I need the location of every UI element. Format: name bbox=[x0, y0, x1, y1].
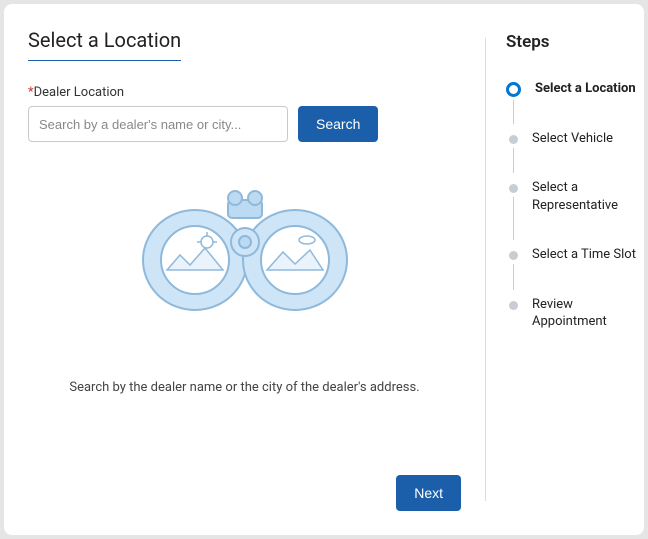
step-select-time-slot: Select a Time Slot bbox=[506, 246, 636, 296]
illustration bbox=[28, 170, 461, 330]
step-select-vehicle: Select Vehicle bbox=[506, 130, 636, 180]
steps-list: Select a Location Select Vehicle Select … bbox=[506, 80, 636, 331]
binoculars-icon bbox=[135, 170, 355, 330]
step-review-appointment: Review Appointment bbox=[506, 296, 636, 331]
step-marker-icon bbox=[509, 184, 518, 193]
steps-title: Steps bbox=[506, 32, 636, 52]
step-label: Review Appointment bbox=[532, 296, 636, 331]
field-label: *Dealer Location bbox=[28, 85, 461, 100]
main-panel: Select a Location *Dealer Location Searc… bbox=[28, 28, 485, 511]
step-label: Select a Representative bbox=[532, 179, 636, 214]
step-select-representative: Select a Representative bbox=[506, 179, 636, 246]
step-marker-icon bbox=[509, 301, 518, 310]
step-marker-icon bbox=[509, 251, 518, 260]
step-label: Select Vehicle bbox=[532, 130, 613, 148]
help-text: Search by the dealer name or the city of… bbox=[28, 380, 461, 395]
modal-dialog: Select a Location *Dealer Location Searc… bbox=[4, 4, 644, 535]
step-marker-icon bbox=[509, 135, 518, 144]
search-row: Search bbox=[28, 106, 461, 142]
search-button[interactable]: Search bbox=[298, 106, 378, 142]
footer: Next bbox=[28, 459, 461, 511]
step-label: Select a Location bbox=[535, 80, 636, 98]
page-title: Select a Location bbox=[28, 28, 181, 61]
step-label: Select a Time Slot bbox=[532, 246, 636, 264]
steps-sidebar: Steps Select a Location Select Vehicle S… bbox=[486, 28, 636, 511]
dealer-search-input[interactable] bbox=[28, 106, 288, 142]
next-button[interactable]: Next bbox=[396, 475, 461, 511]
dealer-location-label: Dealer Location bbox=[34, 85, 124, 100]
step-marker-icon bbox=[506, 82, 521, 97]
step-select-location: Select a Location bbox=[506, 80, 636, 130]
